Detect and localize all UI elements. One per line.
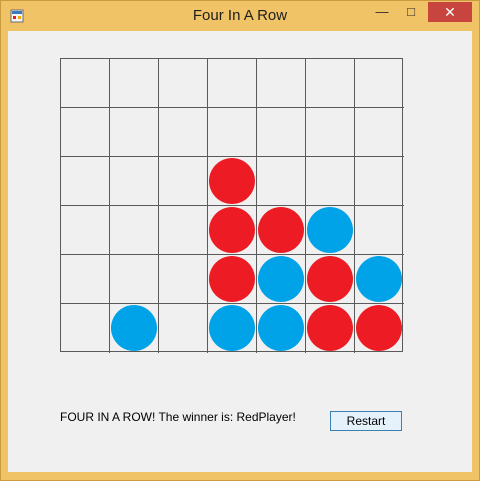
board-cell[interactable] <box>306 157 355 206</box>
board-cell[interactable] <box>110 59 159 108</box>
blue-disc <box>258 256 304 302</box>
red-disc <box>209 207 255 253</box>
board-cell[interactable] <box>208 304 257 353</box>
board-cell[interactable] <box>355 157 404 206</box>
client-area: FOUR IN A ROW! The winner is: RedPlayer!… <box>8 31 472 472</box>
blue-disc <box>209 305 255 351</box>
board-cell[interactable] <box>306 206 355 255</box>
board-cell[interactable] <box>61 157 110 206</box>
board-cell[interactable] <box>159 255 208 304</box>
board-cell[interactable] <box>355 255 404 304</box>
minimize-icon[interactable]: — <box>369 2 395 22</box>
board-cell[interactable] <box>61 59 110 108</box>
close-icon[interactable]: ✕ <box>428 2 472 22</box>
board-cell[interactable] <box>110 255 159 304</box>
board-cell[interactable] <box>208 255 257 304</box>
board-cell[interactable] <box>61 255 110 304</box>
status-message: FOUR IN A ROW! The winner is: RedPlayer! <box>60 410 296 424</box>
blue-disc <box>356 256 402 302</box>
board-cell[interactable] <box>110 206 159 255</box>
board-cell[interactable] <box>355 304 404 353</box>
red-disc <box>307 256 353 302</box>
blue-disc <box>111 305 157 351</box>
board-cell[interactable] <box>208 59 257 108</box>
red-disc <box>209 256 255 302</box>
board-cell[interactable] <box>306 59 355 108</box>
board-cell[interactable] <box>159 108 208 157</box>
board-cell[interactable] <box>110 157 159 206</box>
maximize-icon[interactable]: □ <box>398 2 424 22</box>
restart-button[interactable]: Restart <box>330 411 402 431</box>
board-cell[interactable] <box>257 255 306 304</box>
board-cell[interactable] <box>159 304 208 353</box>
board-cell[interactable] <box>355 59 404 108</box>
red-disc <box>258 207 304 253</box>
board-cell[interactable] <box>355 108 404 157</box>
blue-disc <box>258 305 304 351</box>
board-cell[interactable] <box>257 304 306 353</box>
board-cell[interactable] <box>257 59 306 108</box>
board-cell[interactable] <box>306 108 355 157</box>
red-disc <box>307 305 353 351</box>
red-disc <box>356 305 402 351</box>
board-cell[interactable] <box>110 304 159 353</box>
board-cell[interactable] <box>61 304 110 353</box>
board-cell[interactable] <box>159 157 208 206</box>
app-window: Four In A Row — □ ✕ FOUR IN A ROW! The w… <box>0 0 480 481</box>
board-cell[interactable] <box>257 108 306 157</box>
board-cell[interactable] <box>257 206 306 255</box>
blue-disc <box>307 207 353 253</box>
board-cell[interactable] <box>208 206 257 255</box>
board-cell[interactable] <box>257 157 306 206</box>
game-board[interactable] <box>60 58 404 353</box>
board-cell[interactable] <box>159 206 208 255</box>
board-cell[interactable] <box>61 108 110 157</box>
title-bar[interactable]: Four In A Row — □ ✕ <box>1 1 479 31</box>
red-disc <box>209 158 255 204</box>
board-cell[interactable] <box>306 304 355 353</box>
board-cell[interactable] <box>159 59 208 108</box>
board-cell[interactable] <box>110 108 159 157</box>
board-cell[interactable] <box>306 255 355 304</box>
board-cell[interactable] <box>355 206 404 255</box>
board-cell[interactable] <box>208 108 257 157</box>
board-cell[interactable] <box>61 206 110 255</box>
board-cell[interactable] <box>208 157 257 206</box>
